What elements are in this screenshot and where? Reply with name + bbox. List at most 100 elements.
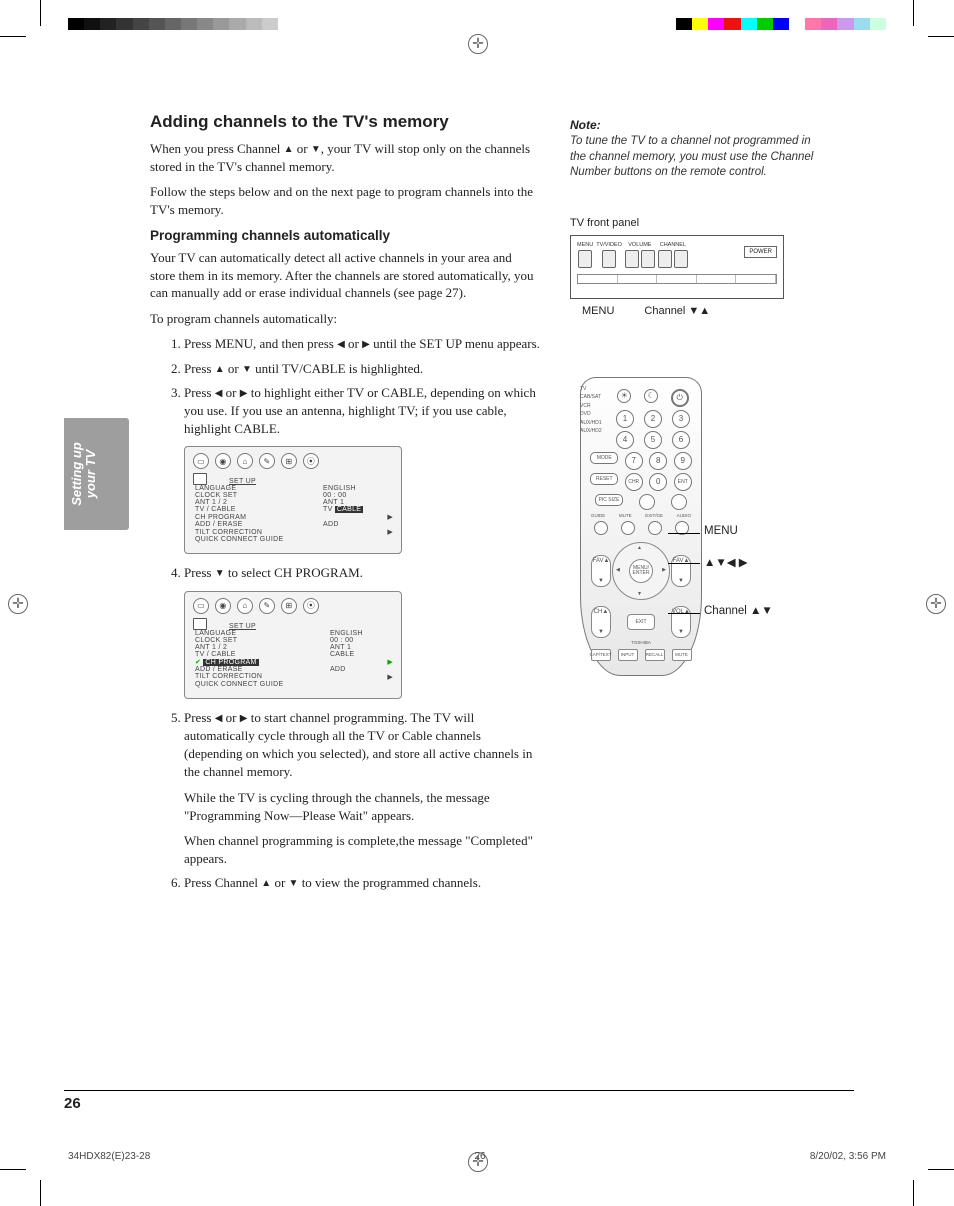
power-button-icon: POWER: [744, 246, 777, 258]
menu-button-icon: [578, 250, 592, 268]
intro-para-2: Follow the steps below and on the next p…: [150, 183, 540, 218]
num-0-icon: 0: [649, 473, 667, 491]
color-bar-left: [68, 18, 278, 30]
front-sub-menu: MENU: [582, 305, 614, 317]
mute-button-icon: MUTE: [672, 649, 692, 661]
step-1: Press MENU, and then press ◀ or ▶ until …: [184, 335, 540, 353]
osd-tab-icon: ⊞: [281, 453, 297, 469]
up-icon: ▲: [261, 878, 271, 889]
right-icon: ▶: [382, 528, 393, 536]
picsize-button-icon: PIC SIZE: [595, 494, 623, 506]
vol-up-icon: [641, 250, 655, 268]
chapter-tab: Setting up your TV: [64, 418, 129, 530]
ch-rocker-icon: CH▲▼: [591, 606, 611, 638]
num-6-icon: 6: [672, 431, 690, 449]
note-body: To tune the TV to a channel not programm…: [570, 134, 820, 181]
dpad-icon: ▲ ▼ ◀ ▶ MENU/ENTER: [612, 542, 670, 600]
mode-button-icon: MODE: [590, 452, 618, 464]
remote-diagram: TV CAB/SAT VCR DVD AUX/HD1 AUX/HD2 ☀ ☾ ⏻…: [580, 377, 702, 676]
crop-mark: [40, 0, 41, 26]
footer-page: 26: [474, 1151, 485, 1162]
num-4-icon: 4: [616, 431, 634, 449]
footer: 34HDX82(E)23-28 26 8/20/02, 3:56 PM: [68, 1151, 886, 1162]
num-1-icon: 1: [616, 410, 634, 428]
remote-diagram-wrap: TV CAB/SAT VCR DVD AUX/HD1 AUX/HD2 ☀ ☾ ⏻…: [570, 377, 820, 676]
main-column: Adding channels to the TV's memory When …: [150, 112, 540, 900]
callout-arrows: ▲▼◀ ▶: [704, 555, 748, 569]
osd-title: SET UP: [229, 478, 256, 485]
osd-table: LANGUAGEENGLISH CLOCK SET00 : 00 ANT 1 /…: [193, 630, 393, 688]
osd-tab-icon: ⦿: [303, 598, 319, 614]
recall-button-icon: RECALL: [645, 649, 665, 661]
registration-mark: [8, 594, 28, 614]
up-icon: ▲: [215, 364, 225, 375]
osd-setup-2: ▭ ◉ ⌂ ✎ ⊞ ⦿ SET UP LANGUAGEENGLISH CLOCK…: [184, 591, 402, 699]
captext-button-icon: CAP/TEXT: [591, 649, 611, 661]
menu-enter-button-icon: MENU/ENTER: [629, 559, 653, 583]
num-5-icon: 5: [644, 431, 662, 449]
note-heading: Note:: [570, 118, 820, 132]
step-5: Press ◀ or ▶ to start channel programmin…: [184, 709, 540, 782]
light-button-icon: ☀: [617, 389, 631, 403]
footer-timestamp: 8/20/02, 3:56 PM: [810, 1151, 886, 1162]
side-column: Note: To tune the TV to a channel not pr…: [570, 112, 820, 900]
crop-mark: [40, 1180, 41, 1206]
front-panel-label: TV front panel: [570, 217, 820, 229]
chrtn-button-icon: CHR: [625, 473, 643, 491]
steps-list: Press MENU, and then press ◀ or ▶ until …: [150, 335, 540, 438]
para-3: Your TV can automatically detect all act…: [150, 249, 540, 302]
tv-icon: [193, 618, 207, 630]
page-title: Adding channels to the TV's memory: [150, 112, 540, 132]
num-9-icon: 9: [674, 452, 692, 470]
osd-tab-icon: ⌂: [237, 453, 253, 469]
exit-button-icon: EXIT: [627, 614, 655, 630]
left-icon: ◀: [215, 713, 223, 724]
crop-mark: [928, 36, 954, 37]
osd-table: LANGUAGEENGLISH CLOCK SET00 : 00 ANT 1 /…: [193, 485, 393, 543]
page-number: 26: [64, 1090, 854, 1112]
front-panel-diagram: MENU TV/VIDEO VOLUME CHANNEL POWER: [570, 235, 784, 299]
down-icon: ▼: [242, 364, 252, 375]
para-4: To program channels automatically:: [150, 310, 540, 328]
reset-button-icon: RESET: [590, 473, 618, 485]
registration-mark: [468, 34, 488, 54]
num-2-icon: 2: [644, 410, 662, 428]
callout-menu: MENU: [704, 525, 738, 537]
ent-button-icon: ENT: [674, 473, 692, 491]
intro-para-1: When you press Channel ▲ or ▼, your TV w…: [150, 140, 540, 175]
vol-down-icon: [625, 250, 639, 268]
chapter-tab-line1: Setting up: [70, 432, 84, 516]
crop-mark: [0, 36, 26, 37]
tv-icon: [193, 473, 207, 485]
vol-rocker-icon: VOL▲▼: [671, 606, 691, 638]
down-icon: ▼: [311, 144, 321, 155]
osd-tab-icon: ◉: [215, 453, 231, 469]
crop-mark: [913, 1180, 914, 1206]
crop-mark: [928, 1169, 954, 1170]
step-5d: When channel programming is complete,the…: [184, 832, 540, 868]
color-bar-right: [676, 18, 886, 30]
right-icon: ▶: [362, 339, 370, 350]
power-button-icon: ⏻: [671, 389, 689, 407]
osd-tab-icon: ▭: [193, 453, 209, 469]
front-sub-channel: Channel ▼▲: [644, 305, 710, 317]
ch-down-icon: [658, 250, 672, 268]
fav-rocker-icon: FAV▲▼: [671, 555, 691, 587]
osd-tab-icon: ⌂: [237, 598, 253, 614]
num-7-icon: 7: [625, 452, 643, 470]
num-8-icon: 8: [649, 452, 667, 470]
info-button-icon: [639, 494, 655, 510]
down-icon: ▼: [289, 878, 299, 889]
step-5c: While the TV is cycling through the chan…: [184, 789, 540, 825]
step-3: Press ◀ or ▶ to highlight either TV or C…: [184, 384, 540, 439]
tvvideo-button-icon: [602, 250, 616, 268]
step-4: Press ▼ to select CH PROGRAM.: [184, 564, 540, 582]
steps-list-2: Press ▼ to select CH PROGRAM.: [150, 564, 540, 582]
right-icon: ▶: [382, 513, 393, 521]
left-icon: ◀: [215, 388, 223, 399]
footer-file: 34HDX82(E)23-28: [68, 1151, 150, 1162]
steps-list-4: Press Channel ▲ or ▼ to view the program…: [150, 874, 540, 892]
input-button-icon: INPUT: [618, 649, 638, 661]
registration-mark: [926, 594, 946, 614]
chapter-tab-line2: your TV: [84, 432, 98, 516]
